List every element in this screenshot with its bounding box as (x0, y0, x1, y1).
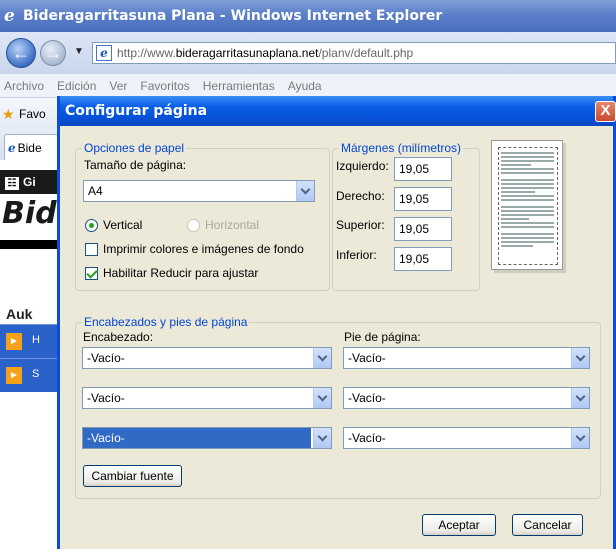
header-value-1: -Vacío- (87, 351, 125, 365)
chevron-down-icon[interactable] (313, 348, 331, 368)
print-colors-checkbox[interactable] (85, 243, 98, 256)
site-aux-heading: Auk (6, 306, 33, 322)
menu-herramientas[interactable]: Herramientas (203, 79, 275, 93)
header-select-2[interactable]: -Vacío- (82, 387, 332, 409)
footer-select-3[interactable]: -Vacío- (343, 427, 590, 449)
site-side-item-2[interactable]: ► S (0, 358, 60, 392)
browser-title-bar: e Bideragarritasuna Plana - Windows Inte… (0, 0, 616, 32)
site-side-item-char: H (32, 334, 40, 346)
chevron-down-icon[interactable] (571, 428, 589, 448)
accept-button[interactable]: Aceptar (422, 514, 496, 536)
footer-select-2[interactable]: -Vacío- (343, 387, 590, 409)
header-select-1[interactable]: -Vacío- (82, 347, 332, 369)
arrow-right-icon: ► (6, 367, 22, 384)
paper-options-group: Opciones de papel Tamaño de página: A4 V… (75, 141, 330, 291)
print-colors-label[interactable]: Imprimir colores e imágenes de fondo (103, 242, 304, 256)
menu-ver[interactable]: Ver (109, 79, 127, 93)
menu-edicion[interactable]: Edición (57, 79, 96, 93)
browser-window-title: Bideragarritasuna Plana - Windows Intern… (23, 8, 443, 24)
chevron-down-icon[interactable] (313, 388, 331, 408)
header-value-2: -Vacío- (87, 391, 125, 405)
close-icon[interactable]: X (595, 101, 616, 122)
orientation-vertical-radio[interactable] (85, 219, 98, 232)
footer-value-1: -Vacío- (348, 351, 386, 365)
page-preview-content (498, 147, 558, 265)
tab-page-icon: e (8, 140, 16, 155)
menu-ayuda[interactable]: Ayuda (288, 79, 322, 93)
footer-value-2: -Vacío- (348, 391, 386, 405)
page-size-select[interactable]: A4 (83, 180, 315, 202)
margin-right-input[interactable]: 19,05 (394, 187, 452, 211)
dialog-title-bar[interactable]: Configurar página (60, 96, 613, 126)
headers-footers-group: Encabezados y pies de página Encabezado:… (75, 315, 601, 499)
chevron-down-icon[interactable] (313, 428, 331, 448)
site-topbar-text: Gi (23, 175, 36, 189)
menu-archivo[interactable]: Archivo (4, 79, 44, 93)
browser-tab-label: Bide (17, 140, 42, 155)
site-side-item-1[interactable]: ► H (0, 324, 60, 358)
margin-bottom-label: Inferior: (336, 248, 377, 262)
back-button[interactable]: ← (6, 38, 36, 68)
paper-options-legend: Opciones de papel (82, 141, 187, 155)
site-top-bar: ☷ Gi (0, 170, 60, 194)
ie-logo-icon: e (4, 6, 15, 26)
shrink-to-fit-label[interactable]: Habilitar Reducir para ajustar (103, 266, 258, 280)
orientation-horizontal-label[interactable]: Horizontal (205, 218, 259, 232)
arrow-right-icon: ► (6, 333, 22, 350)
browser-menu-bar: Archivo Edición Ver Favoritos Herramient… (0, 74, 616, 98)
headers-footers-legend: Encabezados y pies de página (82, 315, 250, 329)
site-brand: Bid (2, 196, 57, 231)
chevron-down-icon[interactable] (571, 388, 589, 408)
footer-select-1[interactable]: -Vacío- (343, 347, 590, 369)
page-size-value: A4 (88, 184, 103, 198)
favorites-star-icon[interactable]: ★ (2, 106, 15, 123)
header-value-3: -Vacío- (83, 428, 311, 448)
favorites-label[interactable]: Favo (19, 107, 46, 121)
margin-right-label: Derecho: (336, 189, 385, 203)
address-prefix: http://www. (117, 46, 176, 60)
browser-address-row: ← → ▼ e http://www. bideragarritasunaplan… (0, 32, 616, 74)
address-bar[interactable]: e http://www. bideragarritasunaplana.net /… (92, 42, 616, 64)
page-setup-dialog: Configurar página X Opciones de papel Ta… (57, 96, 616, 549)
header-label: Encabezado: (83, 330, 154, 344)
margins-group: Márgenes (milímetros) Izquierdo: 19,05 D… (332, 141, 480, 291)
keyboard-icon: ☷ (5, 177, 19, 190)
margin-bottom-input[interactable]: 19,05 (394, 247, 452, 271)
change-font-button[interactable]: Cambiar fuente (83, 465, 182, 487)
footer-value-3: -Vacío- (348, 431, 386, 445)
page-size-label: Tamaño de página: (84, 158, 187, 172)
orientation-horizontal-radio[interactable] (187, 219, 200, 232)
cancel-button[interactable]: Cancelar (512, 514, 583, 536)
browser-tab[interactable]: e Bide (4, 134, 64, 160)
site-side-item-char: S (32, 368, 40, 380)
dialog-title: Configurar página (65, 103, 208, 119)
footer-label: Pie de página: (344, 330, 421, 344)
margin-top-label: Superior: (336, 218, 385, 232)
forward-arrow-icon: → (44, 42, 62, 63)
address-domain: bideragarritasunaplana.net (175, 46, 319, 60)
header-select-3[interactable]: -Vacío- (82, 427, 332, 449)
shrink-to-fit-checkbox[interactable] (85, 267, 98, 280)
chevron-down-icon[interactable] (571, 348, 589, 368)
margins-legend: Márgenes (milímetros) (339, 141, 464, 155)
page-icon: e (96, 45, 112, 61)
menu-favoritos[interactable]: Favoritos (140, 79, 189, 93)
margin-top-input[interactable]: 19,05 (394, 217, 452, 241)
address-path: /planv/default.php (318, 46, 414, 60)
forward-button[interactable]: → (40, 40, 66, 66)
site-black-strip (0, 240, 60, 249)
orientation-vertical-label[interactable]: Vertical (103, 218, 142, 232)
margin-left-label: Izquierdo: (336, 159, 389, 173)
page-preview (491, 140, 563, 270)
chevron-down-icon[interactable] (296, 181, 314, 201)
back-arrow-icon: ← (12, 42, 30, 63)
history-dropdown-icon[interactable]: ▼ (74, 46, 84, 57)
margin-left-input[interactable]: 19,05 (394, 157, 452, 181)
